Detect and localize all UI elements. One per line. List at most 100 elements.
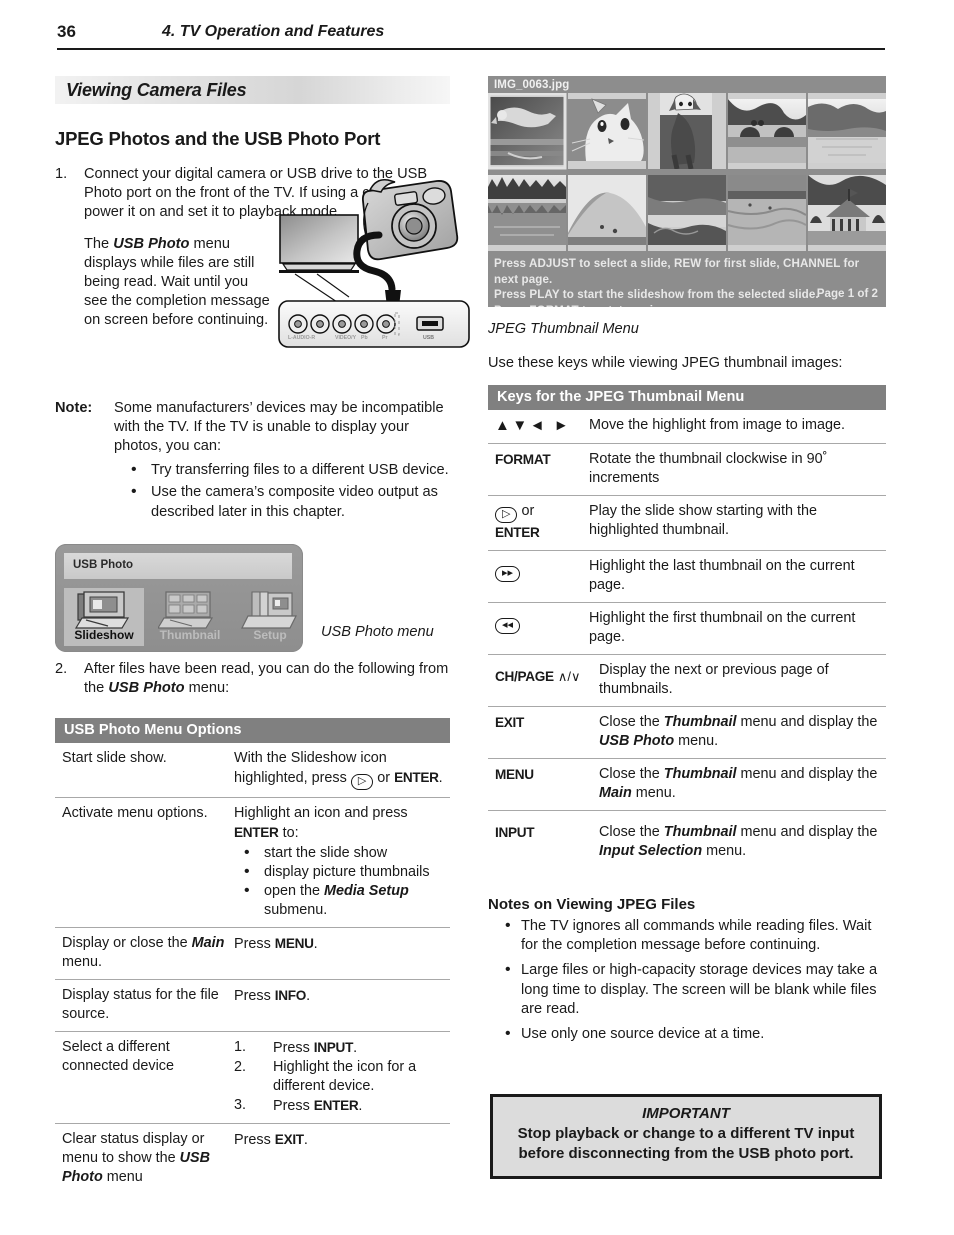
table-row: ▲▼◄ ► Move the highlight from image to i… bbox=[488, 410, 886, 444]
key-description: Rotate the thumbnail clockwise in 90˚ in… bbox=[585, 443, 886, 496]
step-2-post: menu: bbox=[184, 680, 230, 697]
key-label: INPUT bbox=[495, 825, 535, 840]
step-item: 2. Highlight the icon for a different dev… bbox=[234, 1059, 417, 1095]
table-row: Start slide show. With the Slideshow ico… bbox=[55, 743, 450, 798]
instruction-bullets: start the slide show display picture thu… bbox=[234, 843, 446, 920]
row-instruction: Press MENU. bbox=[234, 927, 450, 980]
notes-bullet: Large files or high-capacity storage dev… bbox=[488, 960, 886, 1019]
instruction-post: to: bbox=[278, 825, 299, 842]
important-box: IMPORTANT Stop playback or change to a d… bbox=[490, 1094, 882, 1179]
table-row: Activate menu options. Highlight an icon… bbox=[55, 797, 450, 928]
menu-icon-setup[interactable]: Setup bbox=[230, 588, 310, 646]
table-row: ▸▸ Highlight the last thumbnail on the c… bbox=[488, 550, 886, 603]
page-indicator: Page 1 of 2 bbox=[816, 287, 878, 300]
bullet-item: display picture thumbnails bbox=[234, 862, 446, 882]
key-description: Close the Thumbnail menu and display the… bbox=[585, 810, 886, 868]
key-label: ENTER bbox=[495, 525, 540, 540]
usb-photo-menu-caption: USB Photo menu bbox=[321, 623, 434, 640]
key-description: Close the Thumbnail menu and display the… bbox=[585, 706, 886, 759]
thumbnail-cell bbox=[808, 169, 886, 251]
slideshow-icon bbox=[72, 590, 134, 630]
instruction-mid: or bbox=[373, 770, 395, 787]
fast-forward-icon: ▸▸ bbox=[495, 566, 521, 582]
menu-icon-slideshow[interactable]: Slideshow bbox=[64, 587, 144, 646]
key-label: INFO bbox=[274, 988, 307, 1004]
row-instruction: 1. Press INPUT. 2. Highlight the icon for … bbox=[234, 1031, 450, 1124]
row-action: Activate menu options. bbox=[55, 797, 234, 928]
thumbnail-icon bbox=[156, 590, 220, 630]
instruction-steps: 1. Press INPUT. 2. Highlight the icon for … bbox=[234, 1038, 446, 1116]
key-label: MENU bbox=[495, 767, 534, 782]
table-header-row: USB Photo Menu Options bbox=[55, 718, 450, 744]
table-row: ▷ or ENTER Play the slide show starting w… bbox=[488, 495, 886, 551]
notes-bullet: The TV ignores all commands while readin… bbox=[488, 916, 886, 955]
usb-photo-menu-titlebar: USB Photo bbox=[64, 552, 292, 579]
row-action: Display or close the Main menu. bbox=[55, 927, 234, 980]
thumbnail-cell bbox=[808, 93, 886, 169]
row-instruction: With the Slideshow icon highlighted, pre… bbox=[234, 743, 450, 798]
instruction-pre: Highlight an icon and press bbox=[234, 805, 408, 822]
key-cell: MENU bbox=[488, 758, 585, 811]
play-icon: ▷ bbox=[495, 507, 518, 523]
menu-icon-label: Setup bbox=[253, 627, 287, 642]
key-label: INPUT bbox=[313, 1040, 354, 1056]
usb-photo-menu-figure: USB Photo Slideshow Thumbnail Setup USB … bbox=[55, 543, 450, 654]
right-column: IMG_0063.jpg Press ADJUST to select a sl… bbox=[488, 76, 886, 1044]
svg-text:Pb: Pb bbox=[361, 335, 368, 341]
table-row: CH/PAGE ∧/∨ Display the next or previous… bbox=[488, 654, 886, 707]
notes-bullet-list: The TV ignores all commands while readin… bbox=[488, 916, 886, 1044]
table-row: MENU Close the Thumbnail menu and displa… bbox=[488, 758, 886, 811]
table-row: ◂◂ Highlight the first thumbnail on the … bbox=[488, 602, 886, 655]
note-block: Note: Some manufacturers’ devices may be… bbox=[55, 399, 450, 522]
thumbnail-cell bbox=[488, 93, 566, 169]
note-text: Some manufacturers’ devices may be incom… bbox=[114, 399, 444, 455]
important-text: Stop playback or change to a different T… bbox=[517, 1125, 855, 1162]
thumbnail-cell bbox=[648, 93, 726, 170]
row-instruction: Press EXIT. bbox=[234, 1123, 450, 1210]
instruction-line: Press ADJUST to select a slide, REW for … bbox=[494, 257, 860, 286]
table-row: EXIT Close the Thumbnail menu and displa… bbox=[488, 706, 886, 759]
note-label: Note: bbox=[55, 399, 93, 416]
row-action: Display status for the file source. bbox=[55, 979, 234, 1032]
table-row: INPUT Close the Thumbnail menu and displ… bbox=[488, 810, 886, 868]
svg-text:USB: USB bbox=[423, 335, 434, 341]
play-icon: ▷ bbox=[350, 774, 374, 791]
chpage-updown-icon: ∧/∨ bbox=[557, 669, 581, 684]
table-header: Keys for the JPEG Thumbnail Menu bbox=[488, 385, 886, 410]
step-2-number: 2. bbox=[55, 660, 68, 677]
key-cell: FORMAT bbox=[488, 443, 585, 496]
row-action: Start slide show. bbox=[62, 750, 167, 767]
chapter-title: 4. TV Operation and Features bbox=[162, 23, 385, 40]
page-title: JPEG Photos and the USB Photo Port bbox=[55, 128, 381, 149]
note-bullet: Use the camera’s composite video output … bbox=[114, 482, 450, 521]
note-bullet: Try transferring files to a different US… bbox=[114, 460, 450, 480]
row-action: Select a different connected device bbox=[55, 1031, 234, 1124]
key-cell: ▸▸ bbox=[488, 550, 585, 603]
svg-text:VIDEO/Y: VIDEO/Y bbox=[335, 335, 357, 341]
usb-photo-options-table: USB Photo Menu Options Start slide show.… bbox=[55, 718, 450, 1210]
step-1-sub-pre: The bbox=[84, 235, 114, 252]
row-instruction: Press INFO. bbox=[234, 979, 450, 1032]
table-row: Display status for the file source. Pres… bbox=[55, 979, 450, 1032]
menu-icon-thumbnail[interactable]: Thumbnail bbox=[150, 588, 230, 646]
key-cell: ▷ or ENTER bbox=[488, 495, 585, 551]
thumbnail-cell bbox=[488, 169, 566, 251]
rewind-icon: ◂◂ bbox=[495, 618, 521, 634]
thumbnail-cell bbox=[568, 169, 646, 251]
page-number: 36 bbox=[57, 22, 76, 41]
header-rule bbox=[57, 48, 885, 50]
instruction-line: Press FORMAT to rotate an image. bbox=[494, 303, 880, 308]
step-item: 3. Press ENTER. bbox=[234, 1097, 363, 1115]
step-2: 2. After files have been read, you can d… bbox=[55, 660, 450, 698]
thumbnail-grid bbox=[488, 92, 886, 251]
figure-caption: JPEG Thumbnail Menu bbox=[488, 321, 639, 337]
table-header: USB Photo Menu Options bbox=[55, 718, 450, 744]
key-description: Highlight the first thumbnail on the cur… bbox=[585, 602, 886, 655]
step-item: 1. Press INPUT. bbox=[234, 1039, 358, 1057]
section-banner: Viewing Camera Files bbox=[55, 76, 450, 104]
left-column: Viewing Camera Files JPEG Photos and the… bbox=[55, 76, 470, 1210]
key-label: CH/PAGE bbox=[495, 669, 554, 684]
jpeg-thumbnail-screenshot: IMG_0063.jpg Press ADJUST to select a sl… bbox=[488, 76, 886, 307]
important-heading: IMPORTANT bbox=[642, 1105, 730, 1122]
key-description: Display the next or previous page of thu… bbox=[585, 654, 886, 707]
